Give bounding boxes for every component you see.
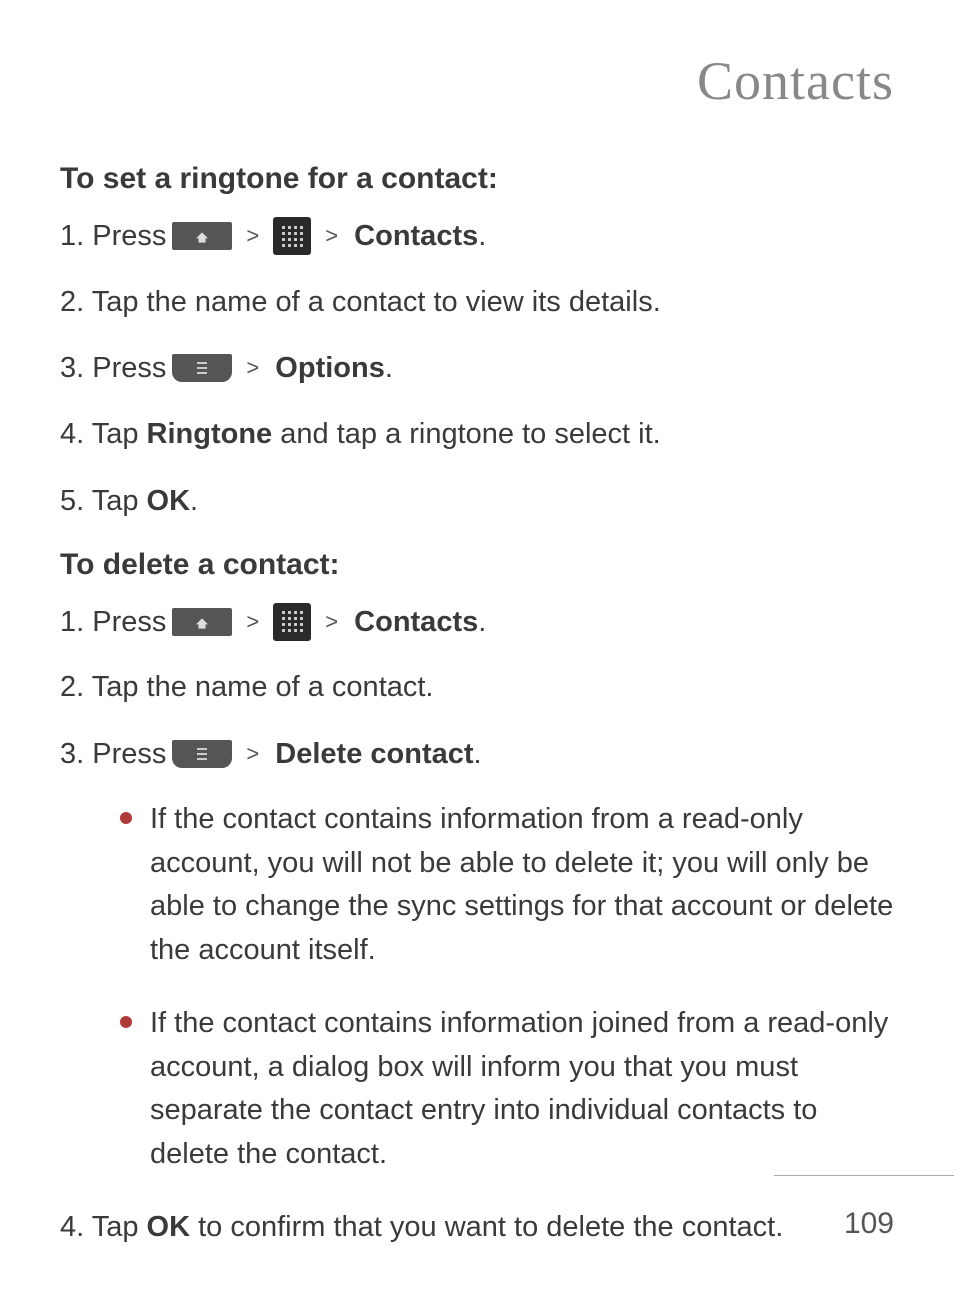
bullet-list: If the contact contains information from…	[120, 798, 894, 1176]
step-suffix: .	[478, 216, 486, 257]
step-5-ringtone: 5. Tap OK.	[60, 480, 894, 524]
bullet-joined-readonly: If the contact contains information join…	[120, 1002, 894, 1176]
step-4-ringtone: 4. Tap Ringtone and tap a ringtone to se…	[60, 413, 894, 457]
page-title: Contacts	[60, 50, 894, 112]
step-suffix: .	[385, 348, 393, 389]
separator: >	[325, 607, 338, 638]
section-heading-ringtone: To set a ringtone for a contact:	[60, 162, 894, 196]
menu-icon	[172, 740, 232, 768]
step-prefix: 4. Tap	[60, 418, 147, 450]
step-1-ringtone: 1. Press > > Contacts .	[60, 216, 894, 257]
ok-label: OK	[147, 485, 191, 517]
step-suffix: to confirm that you want to delete the c…	[190, 1211, 783, 1243]
footer-divider	[774, 1175, 954, 1176]
page-number: 109	[844, 1207, 894, 1241]
step-suffix: .	[478, 602, 486, 643]
step-text: 3. Press	[60, 734, 166, 775]
step-suffix: .	[474, 734, 482, 775]
ok-label: OK	[147, 1211, 191, 1243]
options-label: Options	[275, 348, 385, 389]
section-heading-delete: To delete a contact:	[60, 548, 894, 582]
home-icon	[172, 222, 232, 250]
home-icon	[172, 608, 232, 636]
step-text: 1. Press	[60, 216, 166, 257]
contacts-label: Contacts	[354, 602, 478, 643]
step-prefix: 5. Tap	[60, 485, 147, 517]
step-2-ringtone: 2. Tap the name of a contact to view its…	[60, 281, 894, 325]
separator: >	[246, 739, 259, 770]
step-text: 1. Press	[60, 602, 166, 643]
step-3-delete: 3. Press > Delete contact .	[60, 734, 894, 775]
apps-icon	[273, 217, 311, 255]
step-3-ringtone: 3. Press > Options .	[60, 348, 894, 389]
separator: >	[246, 221, 259, 252]
contacts-label: Contacts	[354, 216, 478, 257]
delete-contact-label: Delete contact	[275, 734, 473, 775]
separator: >	[325, 221, 338, 252]
step-1-delete: 1. Press > > Contacts .	[60, 602, 894, 643]
ringtone-label: Ringtone	[147, 418, 273, 450]
step-suffix: .	[190, 485, 198, 517]
step-prefix: 4. Tap	[60, 1211, 147, 1243]
bullet-readonly-account: If the contact contains information from…	[120, 798, 894, 972]
step-suffix: and tap a ringtone to select it.	[272, 418, 661, 450]
step-4-delete: 4. Tap OK to confirm that you want to de…	[60, 1206, 894, 1250]
step-text: 3. Press	[60, 348, 166, 389]
apps-icon	[273, 603, 311, 641]
separator: >	[246, 607, 259, 638]
step-2-delete: 2. Tap the name of a contact.	[60, 666, 894, 710]
menu-icon	[172, 354, 232, 382]
separator: >	[246, 353, 259, 384]
